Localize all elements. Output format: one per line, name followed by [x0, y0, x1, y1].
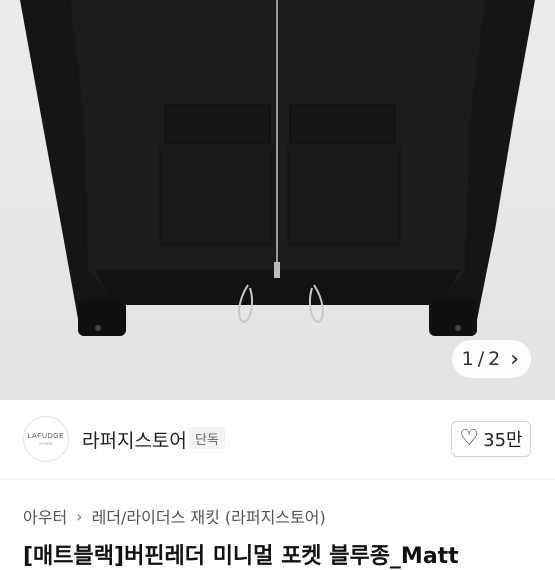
like-count: 35만 — [483, 430, 523, 451]
divider — [0, 479, 555, 480]
product-image[interactable]: 1 / 2 › — [0, 0, 555, 400]
image-pager[interactable]: 1 / 2 › — [451, 340, 531, 378]
breadcrumb-category[interactable]: 아우터 — [23, 504, 67, 528]
exclusive-badge: 단독 — [189, 427, 225, 449]
breadcrumb-subcategory[interactable]: 레더/라이더스 재킷 (라퍼지스토어) — [92, 504, 326, 528]
heart-icon: ♡ — [459, 426, 480, 451]
pager-total: 2 — [488, 348, 501, 370]
store-logo-subtext: STORE — [39, 440, 53, 446]
chevron-right-icon: › — [76, 506, 83, 526]
like-button[interactable]: ♡ 35만 — [451, 421, 531, 457]
seller-row: LAFUDGE STORE 라퍼지스토어 단독 ♡ 35만 — [0, 400, 555, 480]
store-name[interactable]: 라퍼지스토어 — [82, 426, 187, 453]
store-logo-text: LAFUDGE — [27, 432, 65, 440]
pager-separator: / — [477, 348, 485, 370]
chevron-right-icon[interactable]: › — [510, 347, 519, 372]
store-logo[interactable]: LAFUDGE STORE — [23, 416, 69, 462]
breadcrumb: 아우터 › 레더/라이더스 재킷 (라퍼지스토어) — [23, 504, 326, 528]
pager-current: 1 — [461, 348, 474, 370]
product-title: [매트블랙]버핀레더 미니멀 포켓 블루종_Matt — [23, 544, 459, 569]
